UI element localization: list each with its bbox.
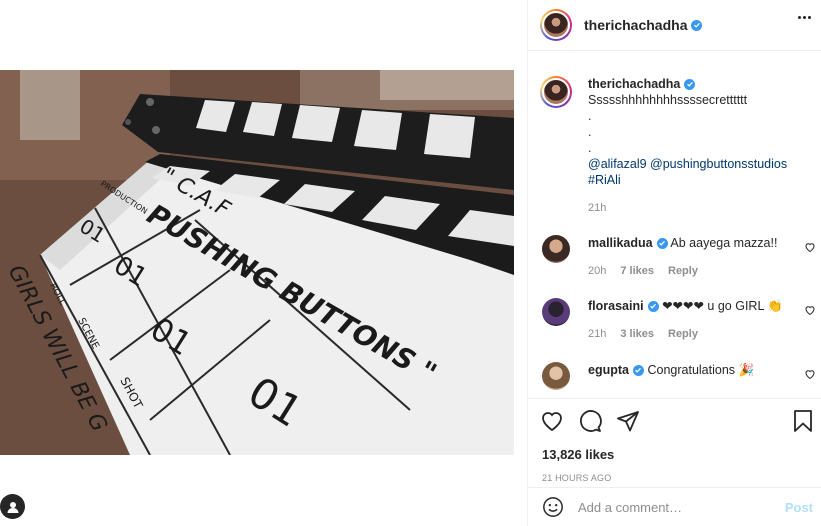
caption-text: . — [588, 141, 592, 155]
verified-badge-icon — [656, 237, 668, 249]
comment-like-heart-icon[interactable] — [804, 304, 816, 316]
verified-badge-icon — [647, 300, 659, 312]
comment-item: mallikadua Ab aayega mazza!! 20h 7 likes… — [540, 235, 815, 279]
caption-text: . — [588, 125, 592, 139]
comment-like-heart-icon[interactable] — [804, 368, 816, 380]
comment-like-heart-icon[interactable] — [804, 241, 816, 253]
post-photo[interactable]: PRODUCTION " C.A.F PUSHING BUTTONS " ROL… — [0, 70, 514, 455]
post-button[interactable]: Post — [785, 500, 813, 515]
avatar[interactable] — [540, 9, 572, 41]
caption-text: . — [588, 109, 592, 123]
caption-text: Ssssshhhhhhhhssssecretttttt — [588, 93, 748, 107]
avatar[interactable] — [542, 235, 570, 263]
verified-badge-icon — [632, 364, 644, 376]
comment-text: Ab aayega mazza!! — [670, 236, 778, 250]
verified-badge-icon — [684, 78, 696, 90]
heart-icon[interactable] — [540, 409, 564, 433]
emoji-icon[interactable] — [542, 496, 564, 518]
comment-text: ❤❤❤❤ u go GIRL 👏 — [662, 299, 783, 313]
reply-button[interactable]: Reply — [668, 326, 698, 342]
post-actions: 13,826 likes 21 HOURS AGO — [528, 398, 821, 486]
comment-text: Congratulations 🎉 — [647, 363, 755, 377]
avatar[interactable] — [542, 362, 570, 390]
post-timestamp[interactable]: 21 HOURS AGO — [528, 473, 821, 483]
comment-item: florasaini ❤❤❤❤ u go GIRL 👏 21h 3 likes … — [540, 298, 815, 342]
media-pane: PRODUCTION " C.A.F PUSHING BUTTONS " ROL… — [0, 0, 527, 526]
add-comment-bar: Post — [528, 487, 821, 526]
more-icon[interactable] — [798, 16, 811, 19]
comment-input[interactable] — [578, 499, 768, 515]
verified-badge-icon — [691, 19, 703, 31]
comment-icon[interactable] — [578, 409, 602, 433]
caption-hashtag[interactable]: #RiAli — [588, 172, 810, 188]
caption-avatar[interactable] — [540, 76, 572, 108]
caption-mentions[interactable]: @alifazal9 @pushingbuttonsstudios — [588, 156, 810, 172]
share-icon[interactable] — [616, 409, 640, 433]
comment-likes[interactable]: 7 likes — [620, 263, 654, 279]
caption: therichachadha Ssssshhhhhhhhssssecretttt… — [540, 76, 810, 216]
clapperboard-image: PRODUCTION " C.A.F PUSHING BUTTONS " ROL… — [0, 70, 514, 455]
post-header: therichachadha — [528, 0, 821, 51]
bookmark-icon[interactable] — [791, 409, 815, 433]
comment-likes[interactable]: 3 likes — [620, 326, 654, 342]
comment-time[interactable]: 20h — [588, 263, 606, 279]
caption-username[interactable]: therichachadha — [588, 77, 680, 91]
post-side-panel: therichachadha therichachadha Ssssshhhhh… — [527, 0, 821, 526]
comment-username[interactable]: mallikadua — [588, 236, 653, 250]
comment-time[interactable]: 21h — [588, 326, 606, 342]
likes-count[interactable]: 13,826 likes — [528, 447, 821, 462]
comment-username[interactable]: florasaini — [588, 299, 644, 313]
avatar[interactable] — [542, 298, 570, 326]
reply-button[interactable]: Reply — [668, 263, 698, 279]
user-icon[interactable] — [0, 494, 25, 519]
comments-list[interactable]: therichachadha Ssssshhhhhhhhssssecretttt… — [528, 52, 821, 398]
comment-item: egupta Congratulations 🎉 — [540, 362, 815, 390]
header-username[interactable]: therichachadha — [584, 17, 687, 33]
caption-time[interactable]: 21h — [588, 200, 810, 216]
comment-username[interactable]: egupta — [588, 363, 629, 377]
